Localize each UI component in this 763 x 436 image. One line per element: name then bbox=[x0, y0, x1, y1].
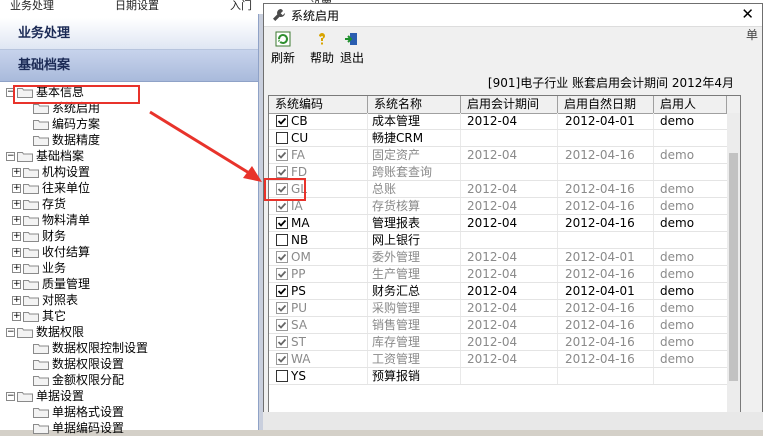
annotation-arrow bbox=[149, 110, 262, 182]
